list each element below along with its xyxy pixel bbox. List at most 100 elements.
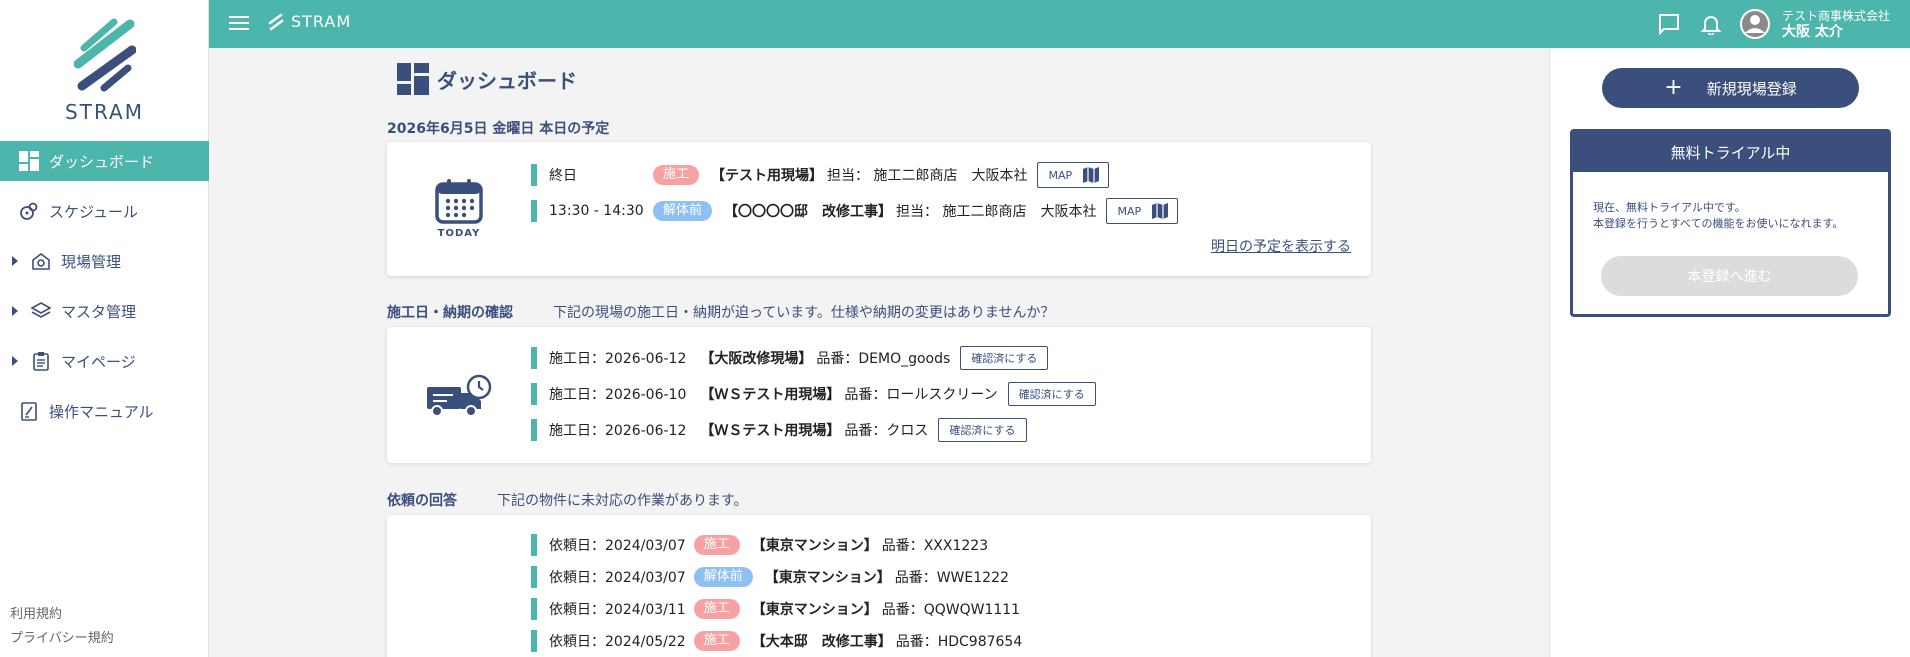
sidebar-logo[interactable]: STRAM: [0, 18, 209, 124]
site-name[interactable]: 【ＷＳテスト用現場】: [700, 420, 840, 440]
assignee: 担当： 施工二郎商店: [896, 204, 1027, 220]
request-date: 依頼日：2024/03/11: [549, 602, 686, 618]
row-marker: [531, 164, 537, 186]
today-label: TODAY: [437, 228, 481, 239]
sidebar-item-dashboard[interactable]: ダッシュボード: [0, 141, 209, 181]
row-marker: [531, 383, 537, 405]
register-button[interactable]: 本登録へ進む: [1601, 256, 1858, 296]
site-name[interactable]: 【ＷＳテスト用現場】: [700, 384, 840, 404]
site-name[interactable]: 【テスト用現場】: [711, 165, 823, 185]
trial-text-line: 本登録を行うとすべての機能をお使いになれます。: [1593, 217, 1844, 230]
right-panel: + 新規現場登録 無料トライアル中 現在、無料トライアル中です。 本登録を行うと…: [1549, 48, 1910, 657]
requests-heading: 依頼の回答 下記の物件に未対応の作業があります。: [387, 490, 748, 510]
construction-date: 施工日：2026-06-12: [549, 423, 687, 439]
site-name[interactable]: 【東京マンション】: [752, 599, 878, 619]
map-button-label: MAP: [1117, 204, 1142, 218]
map-button[interactable]: MAP: [1106, 198, 1179, 224]
schedule-row[interactable]: 終日 施工 【テスト用現場】 担当： 施工二郎商店 大阪本社 MAP: [531, 162, 1110, 188]
terms-link[interactable]: 利用規約: [10, 603, 114, 627]
office: 大阪本社: [971, 168, 1028, 184]
trial-text: 現在、無料トライアル中です。 本登録を行うとすべての機能をお使いになれます。: [1573, 172, 1888, 232]
site-name[interactable]: 【大本邸 改修工事】: [752, 631, 892, 651]
sidebar-item-manual[interactable]: 操作マニュアル: [0, 391, 209, 431]
bell-icon[interactable]: [1698, 11, 1724, 37]
product-code: 品番：WWE1222: [894, 570, 1009, 586]
status-badge: 施工: [693, 535, 740, 555]
next-day-link[interactable]: 明日の予定を表示する: [1211, 236, 1351, 256]
user-info: テスト商事株式会社 大阪 太介: [1782, 8, 1890, 40]
request-row[interactable]: 依頼日：2024/03/11 施工 【東京マンション】 品番：QQWQW1111: [531, 598, 1020, 620]
row-marker: [531, 419, 537, 441]
requests-title: 依頼の回答: [387, 493, 457, 509]
schedule-time: 13:30 - 14:30: [549, 203, 644, 219]
schedule-icon: [18, 200, 40, 222]
deadline-desc: 下記の現場の施工日・納期が迫っています。仕様や納期の変更はありませんか？: [553, 305, 1055, 321]
topbar-logo[interactable]: STRAM: [267, 12, 351, 31]
schedule-title: 2026年6月5日 金曜日 本日の予定: [387, 121, 610, 137]
map-button-label: MAP: [1048, 168, 1073, 182]
product-code: 品番：ロールスクリーン: [844, 387, 998, 403]
sidebar-footer: 利用規約 プライバシー規約: [10, 603, 114, 651]
sidebar-item-schedule[interactable]: スケジュール: [0, 191, 209, 231]
clipboard-icon: [30, 350, 52, 372]
request-row[interactable]: 依頼日：2024/03/07 施工 【東京マンション】 品番：XXX1223: [531, 534, 988, 556]
map-button[interactable]: MAP: [1037, 162, 1110, 188]
site-name[interactable]: 【東京マンション】: [752, 535, 878, 555]
site-name[interactable]: 【東京マンション】: [765, 567, 891, 587]
map-icon: [1152, 203, 1169, 219]
row-marker: [531, 347, 537, 369]
request-row[interactable]: 依頼日：2024/05/22 施工 【大本邸 改修工事】 品番：HDC98765…: [531, 630, 1022, 652]
product-code: 品番：DEMO_goods: [816, 351, 951, 367]
deadline-row[interactable]: 施工日：2026-06-12 【ＷＳテスト用現場】 品番：クロス 確認済にする: [531, 418, 1027, 442]
today-calendar: TODAY: [435, 178, 483, 239]
user-avatar-icon: [1739, 9, 1770, 39]
request-date: 依頼日：2024/03/07: [549, 570, 686, 586]
deadline-row[interactable]: 施工日：2026-06-12 【大阪改修現場】 品番：DEMO_goods 確認…: [531, 346, 1049, 370]
deadline-card: 施工日：2026-06-12 【大阪改修現場】 品番：DEMO_goods 確認…: [387, 327, 1371, 463]
construction-date: 施工日：2026-06-12: [549, 351, 687, 367]
calendar-icon: [435, 179, 483, 224]
request-row[interactable]: 依頼日：2024/03/07 解体前 【東京マンション】 品番：WWE1222: [531, 566, 1009, 588]
new-site-button[interactable]: + 新規現場登録: [1602, 68, 1859, 108]
new-site-button-label: 新規現場登録: [1706, 79, 1797, 98]
trial-title: 無料トライアル中: [1573, 132, 1888, 172]
manual-icon: [18, 400, 40, 422]
sidebar-item-site-management[interactable]: 現場管理: [0, 241, 209, 281]
mark-confirmed-button[interactable]: 確認済にする: [938, 418, 1027, 442]
site-gear-icon: [30, 250, 52, 272]
row-marker: [531, 200, 537, 222]
caret-right-icon: [12, 306, 18, 316]
status-badge: 施工: [693, 599, 740, 619]
assignee: 担当： 施工二郎商店: [827, 168, 958, 184]
status-badge: 施工: [693, 631, 740, 651]
mark-confirmed-button[interactable]: 確認済にする: [960, 346, 1049, 370]
sidebar-item-label: マイページ: [61, 352, 136, 371]
stram-mark-icon: [268, 13, 284, 30]
deadline-heading: 施工日・納期の確認 下記の現場の施工日・納期が迫っています。仕様や納期の変更はあ…: [387, 302, 1054, 322]
mark-confirmed-button[interactable]: 確認済にする: [1007, 382, 1096, 406]
user-menu[interactable]: テスト商事株式会社 大阪 太介: [1739, 8, 1890, 40]
product-code: 品番：クロス: [844, 423, 929, 439]
status-badge: 解体前: [653, 201, 713, 221]
page-title-text: ダッシュボード: [437, 68, 577, 93]
chat-icon[interactable]: [1656, 11, 1682, 37]
site-name[interactable]: 【大阪改修現場】: [700, 348, 812, 368]
sidebar-item-label: ダッシュボード: [49, 152, 155, 171]
delivery-illustration: [425, 373, 493, 419]
construction-date: 施工日：2026-06-10: [549, 387, 687, 403]
site-name[interactable]: 【〇〇〇〇邸 改修工事】: [724, 201, 892, 221]
sidebar-item-label: 操作マニュアル: [49, 402, 154, 421]
trial-box: 無料トライアル中 現在、無料トライアル中です。 本登録を行うとすべての機能をお使…: [1570, 129, 1891, 317]
menu-icon[interactable]: [229, 16, 249, 32]
product-code: 品番：HDC987654: [895, 634, 1023, 650]
schedule-heading: 2026年6月5日 金曜日 本日の予定: [387, 118, 609, 138]
schedule-row[interactable]: 13:30 - 14:30 解体前 【〇〇〇〇邸 改修工事】 担当： 施工二郎商…: [531, 198, 1179, 224]
caret-right-icon: [12, 256, 18, 266]
privacy-link[interactable]: プライバシー規約: [10, 627, 114, 651]
sidebar-item-mypage[interactable]: マイページ: [0, 341, 209, 381]
page-title: ダッシュボード: [397, 63, 577, 95]
stram-logo-icon: [73, 18, 136, 92]
deadline-row[interactable]: 施工日：2026-06-10 【ＷＳテスト用現場】 品番：ロールスクリーン 確認…: [531, 382, 1096, 406]
sidebar-item-master-management[interactable]: マスタ管理: [0, 291, 209, 331]
product-code: 品番：XXX1223: [881, 538, 989, 554]
